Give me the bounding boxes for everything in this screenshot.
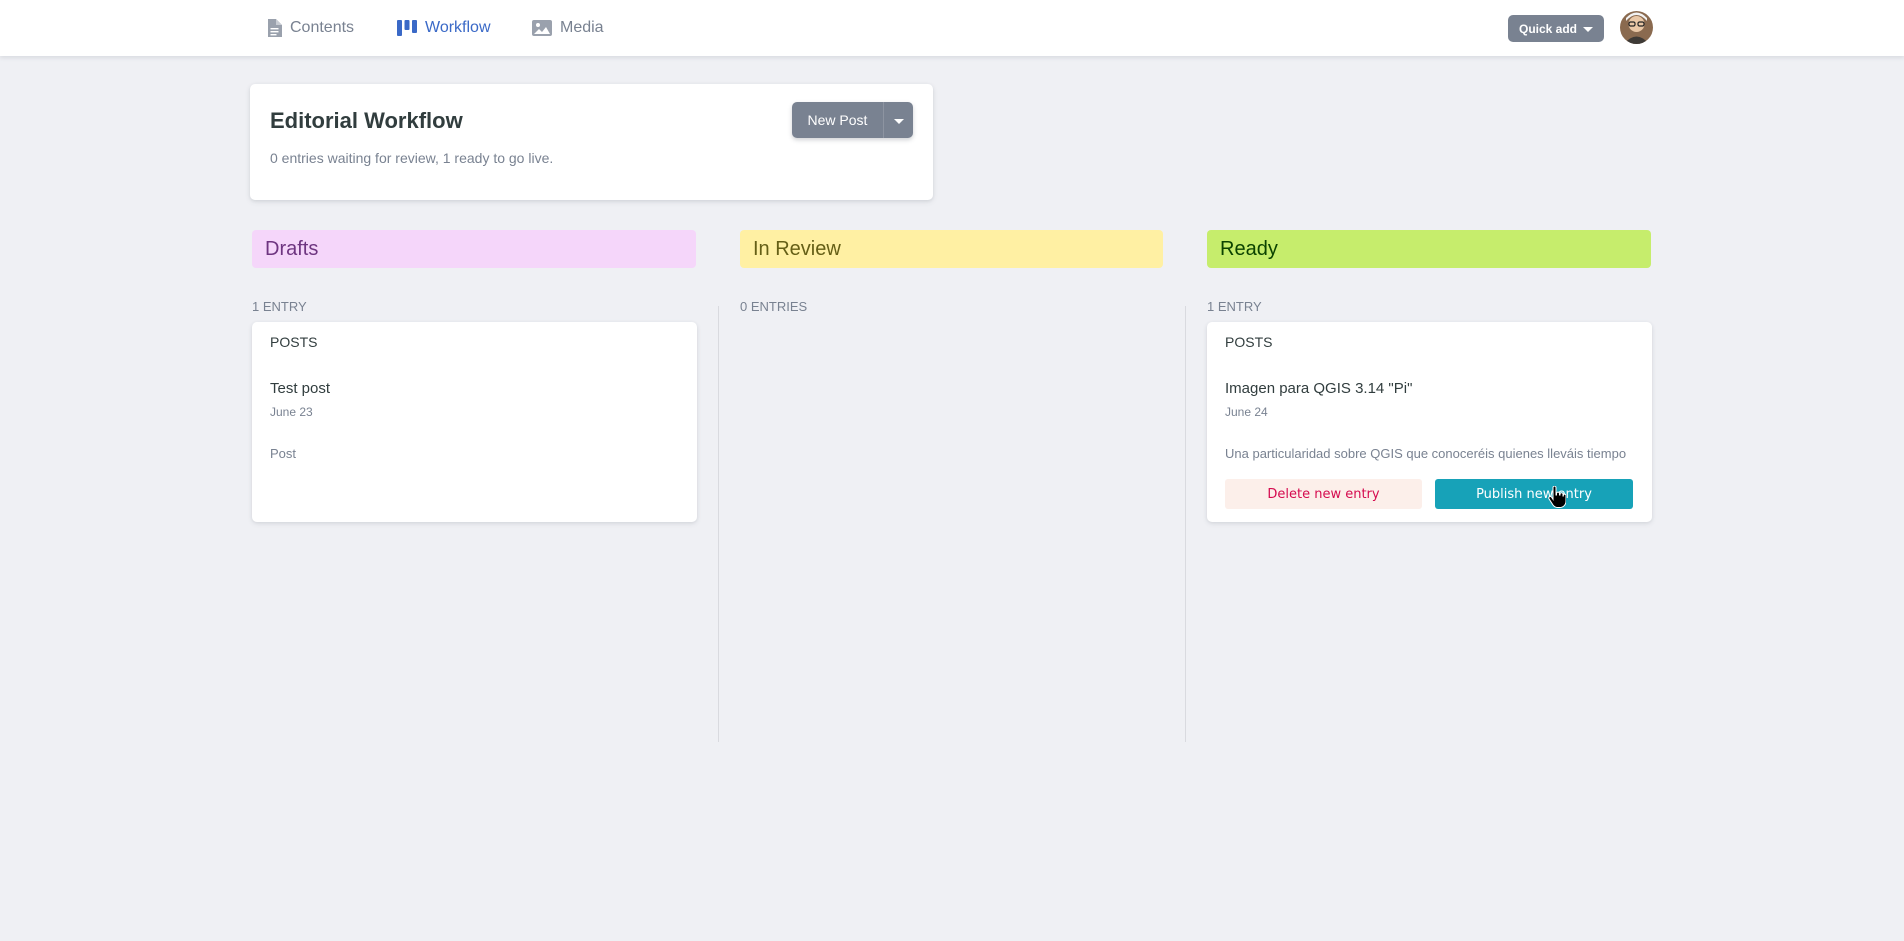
- image-icon: [532, 20, 552, 36]
- nav-item-workflow[interactable]: Workflow: [397, 0, 491, 56]
- page-title: Editorial Workflow: [270, 108, 463, 133]
- card-body: Post: [270, 446, 297, 461]
- kanban-icon: [397, 20, 417, 36]
- entry-card-imagen-qgis[interactable]: Posts Imagen para QGIS 3.14 "Pi" June 24…: [1207, 322, 1652, 522]
- quick-add-label: Quick add: [1518, 21, 1577, 36]
- document-icon: [268, 19, 282, 37]
- quick-add-button[interactable]: Quick add: [1508, 15, 1604, 42]
- card-title: Test post: [270, 380, 331, 397]
- card-date: June 24: [1225, 405, 1268, 419]
- nav-item-contents[interactable]: Contents: [266, 0, 354, 56]
- card-collection-label: Posts: [1225, 334, 1273, 350]
- top-navigation-bar: Contents Workflow Media Quick add: [0, 0, 1904, 56]
- card-date: June 23: [270, 405, 313, 419]
- user-avatar-icon: [1620, 11, 1653, 44]
- card-body: Una particularidad sobre QGIS que conoce…: [1225, 446, 1627, 461]
- column-divider: [1185, 306, 1186, 742]
- column-header-ready: Ready: [1207, 230, 1651, 268]
- nav-item-workflow-label: Workflow: [425, 19, 491, 36]
- column-header-in-review: In Review: [740, 230, 1163, 268]
- workflow-header-card: Editorial Workflow 0 entries waiting for…: [250, 84, 933, 200]
- card-title: Imagen para QGIS 3.14 "Pi": [1225, 380, 1413, 397]
- column-header-drafts: Drafts: [252, 230, 696, 268]
- column-count-drafts: 1 entry: [252, 299, 307, 314]
- workflow-summary: 0 entries waiting for review, 1 ready to…: [270, 150, 554, 166]
- avatar[interactable]: [1620, 11, 1653, 44]
- nav-item-media-label: Media: [560, 19, 604, 36]
- new-post-dropdown-toggle[interactable]: [883, 102, 913, 138]
- column-divider: [718, 306, 719, 742]
- nav-item-media[interactable]: Media: [532, 0, 604, 56]
- delete-new-entry-button[interactable]: Delete new entry: [1225, 479, 1422, 509]
- chevron-down-icon: [1583, 27, 1593, 32]
- chevron-down-icon: [893, 118, 904, 124]
- column-count-ready: 1 entry: [1207, 299, 1262, 314]
- entry-card-test-post[interactable]: Posts Test post June 23 Post: [252, 322, 697, 522]
- column-count-in-review: 0 entries: [740, 299, 808, 314]
- publish-new-entry-button[interactable]: Publish new entry: [1435, 479, 1633, 509]
- card-collection-label: Posts: [270, 334, 318, 350]
- new-post-button[interactable]: New Post: [792, 102, 883, 138]
- new-post-dropdown: New Post: [792, 102, 913, 138]
- nav-item-contents-label: Contents: [290, 19, 355, 36]
